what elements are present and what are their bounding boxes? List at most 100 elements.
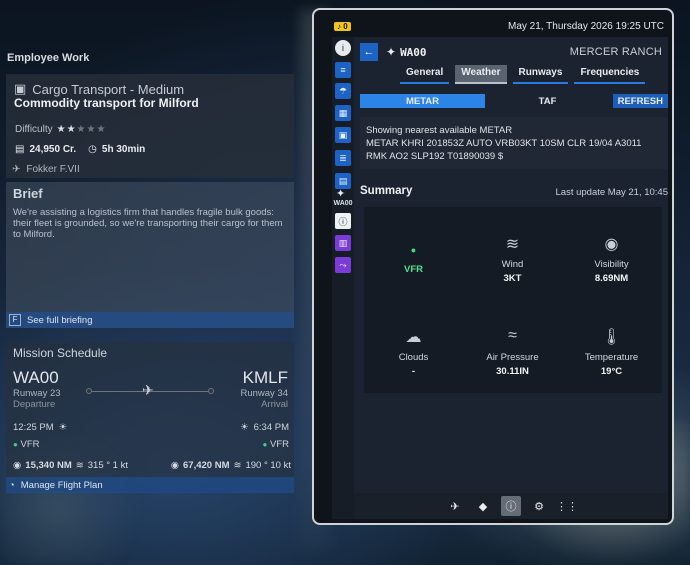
status-dot-icon: ● bbox=[410, 245, 417, 255]
visibility-cell: ◉ Visibility 8.69NM bbox=[562, 234, 661, 284]
star-icon: ★ bbox=[96, 124, 107, 135]
brief-panel: Brief We're assisting a logistics firm t… bbox=[6, 182, 294, 328]
departure-runway: Runway 23 bbox=[13, 388, 61, 399]
weather-stats: ◉ 15,340 NM ≋ 315 ° 1 kt ◉ 67,420 NM ≋ 1… bbox=[13, 460, 291, 471]
sun-icon: ☀ bbox=[58, 422, 68, 433]
temperature-cell: 🌡 Temperature 19°C bbox=[562, 327, 661, 377]
eye-icon: ◉ bbox=[170, 460, 180, 471]
airport-tabs: General Weather Runways Frequencies bbox=[400, 65, 646, 84]
arrival-visibility: 67,420 NM bbox=[183, 460, 230, 471]
route-start-dot bbox=[86, 388, 92, 394]
departure-code: WA00 bbox=[13, 368, 59, 387]
wind-label: Wind bbox=[501, 259, 524, 270]
departure-condition: VFR bbox=[20, 439, 40, 450]
visibility-value: 8.69NM bbox=[594, 273, 629, 284]
tablet-datetime: May 21, Thursday 2026 19:25 UTC bbox=[507, 20, 664, 32]
pressure-value: 30.11IN bbox=[496, 366, 529, 377]
weather-summary-grid: ● VFR ≋ Wind 3KT ◉ Visibility 8.69NM ☁ C… bbox=[364, 207, 662, 393]
airport-header: ← ✦ WA00 MERCER RANCH bbox=[360, 43, 662, 61]
star-icon: ★ bbox=[56, 124, 67, 135]
wind-icon: ≋ bbox=[75, 460, 84, 471]
clock-icon: ◷ bbox=[88, 144, 97, 155]
full-briefing-link[interactable]: F See full briefing bbox=[6, 312, 294, 328]
airport-name: MERCER RANCH bbox=[569, 46, 662, 58]
departure-block: WA00 Runway 23 Departure bbox=[13, 368, 61, 410]
apps-grid-icon[interactable]: ⋮⋮ bbox=[556, 496, 578, 516]
sliders-icon[interactable]: ≡ bbox=[335, 62, 351, 78]
difficulty-label: Difficulty bbox=[15, 124, 53, 135]
job-card[interactable]: ▣ Cargo Transport - Medium Commodity tra… bbox=[6, 74, 294, 178]
tab-frequencies[interactable]: Frequencies bbox=[574, 65, 646, 84]
job-pay: 24,950 Cr. bbox=[29, 144, 77, 155]
wind-cell: ≋ Wind 3KT bbox=[463, 234, 562, 284]
back-button[interactable]: ← bbox=[360, 43, 378, 61]
brief-title: Brief bbox=[13, 186, 43, 201]
arrival-condition: VFR bbox=[270, 439, 289, 450]
info-icon-button[interactable]: i bbox=[335, 40, 351, 56]
mission-schedule: Mission Schedule WA00 Runway 23 Departur… bbox=[6, 342, 294, 492]
efb-tablet: ♪ 0 May 21, Thursday 2026 19:25 UTC i ≡ … bbox=[312, 8, 674, 525]
star-icon: ★ bbox=[76, 124, 87, 135]
arrival-block: KMLF Runway 34 Arrival bbox=[240, 368, 288, 410]
arrow-left-icon: ← bbox=[363, 46, 375, 58]
airport-view: ← ✦ WA00 MERCER RANCH General Weather Ru… bbox=[354, 37, 668, 519]
credits-icon: ▤ bbox=[15, 144, 25, 155]
difficulty-stars: ★★★★★ bbox=[57, 124, 107, 135]
subtab-taf[interactable]: TAF bbox=[485, 94, 610, 108]
arrival-role: Arrival bbox=[261, 399, 288, 410]
arrival-code: KMLF bbox=[242, 368, 288, 387]
plane-icon[interactable]: ✈ bbox=[445, 496, 465, 516]
arrival-time: 6:34 PM bbox=[253, 422, 289, 433]
departure-wind: 315 ° 1 kt bbox=[87, 460, 128, 471]
arrival-wind: 190 ° 10 kt bbox=[245, 460, 291, 471]
keybind-f: F bbox=[9, 314, 21, 326]
info-circle-icon[interactable]: ⓘ bbox=[501, 496, 521, 516]
lock-icon[interactable]: ▣ bbox=[335, 127, 351, 143]
checklist-icon[interactable]: ▦ bbox=[335, 105, 351, 121]
umbrella-icon[interactable]: ☂ bbox=[335, 83, 351, 99]
manage-flight-plan-button[interactable]: ◔ Manage Flight Plan bbox=[6, 477, 294, 493]
notification-bell[interactable]: ♪ 0 bbox=[334, 21, 351, 31]
tag-icon[interactable]: ◆ bbox=[473, 496, 493, 516]
full-briefing-label: See full briefing bbox=[27, 314, 93, 326]
temperature-label: Temperature bbox=[584, 352, 639, 363]
airport-icon: ✦ bbox=[386, 45, 397, 59]
tablet-status-bar: ♪ 0 May 21, Thursday 2026 19:25 UTC bbox=[334, 19, 664, 33]
clouds-value: - bbox=[411, 366, 416, 377]
map-icon[interactable]: ▥ bbox=[335, 235, 351, 251]
tab-runways[interactable]: Runways bbox=[512, 65, 569, 84]
status-dot-icon: ● bbox=[262, 440, 268, 449]
tab-weather[interactable]: Weather bbox=[455, 65, 507, 84]
difficulty-row: Difficulty ★★★★★ bbox=[15, 124, 106, 135]
tablet-bottom-bar: ✈ ◆ ⓘ ⚙ ⋮⋮ bbox=[354, 493, 668, 519]
section-label: Employee Work bbox=[7, 52, 90, 64]
status-dot-icon: ● bbox=[13, 440, 18, 449]
schedule-title: Mission Schedule bbox=[13, 346, 108, 360]
route-icon[interactable]: ⤳ bbox=[335, 257, 351, 273]
schedule-conditions: ● VFR ● VFR bbox=[13, 439, 289, 450]
temperature-value: 19°C bbox=[600, 366, 623, 377]
document-icon[interactable]: ≣ bbox=[335, 150, 351, 166]
departure-role: Departure bbox=[13, 399, 56, 410]
route-plane-icon: ✈ bbox=[142, 382, 154, 398]
metar-box: Showing nearest available METAR METAR KH… bbox=[360, 117, 668, 169]
subtab-metar[interactable]: METAR bbox=[360, 94, 485, 108]
gear-icon[interactable]: ⚙ bbox=[529, 496, 549, 516]
wind-icon: ≋ bbox=[233, 460, 242, 471]
brief-text: We're assisting a logistics firm that ha… bbox=[13, 207, 283, 240]
wind-value: 3KT bbox=[503, 273, 522, 284]
airport-icon: ✦ bbox=[336, 188, 346, 200]
refresh-button[interactable]: REFRESH bbox=[612, 94, 668, 108]
clouds-label: Clouds bbox=[398, 352, 429, 363]
notification-count: 0 bbox=[343, 21, 348, 31]
pressure-waves-icon: ≈ bbox=[508, 327, 517, 344]
wind-icon: ≋ bbox=[505, 236, 520, 253]
info-circle-icon[interactable]: ⓘ bbox=[335, 213, 351, 229]
job-stats: ▤ 24,950 Cr. ◷ 5h 30min bbox=[15, 144, 145, 155]
clouds-cell: ☁ Clouds - bbox=[364, 327, 463, 377]
job-title: Commodity transport for Milford bbox=[14, 96, 199, 110]
plane-icon: ✈ bbox=[12, 164, 21, 175]
pressure-label: Air Pressure bbox=[486, 352, 539, 363]
star-icon: ★ bbox=[66, 124, 77, 135]
tab-general[interactable]: General bbox=[400, 65, 450, 84]
